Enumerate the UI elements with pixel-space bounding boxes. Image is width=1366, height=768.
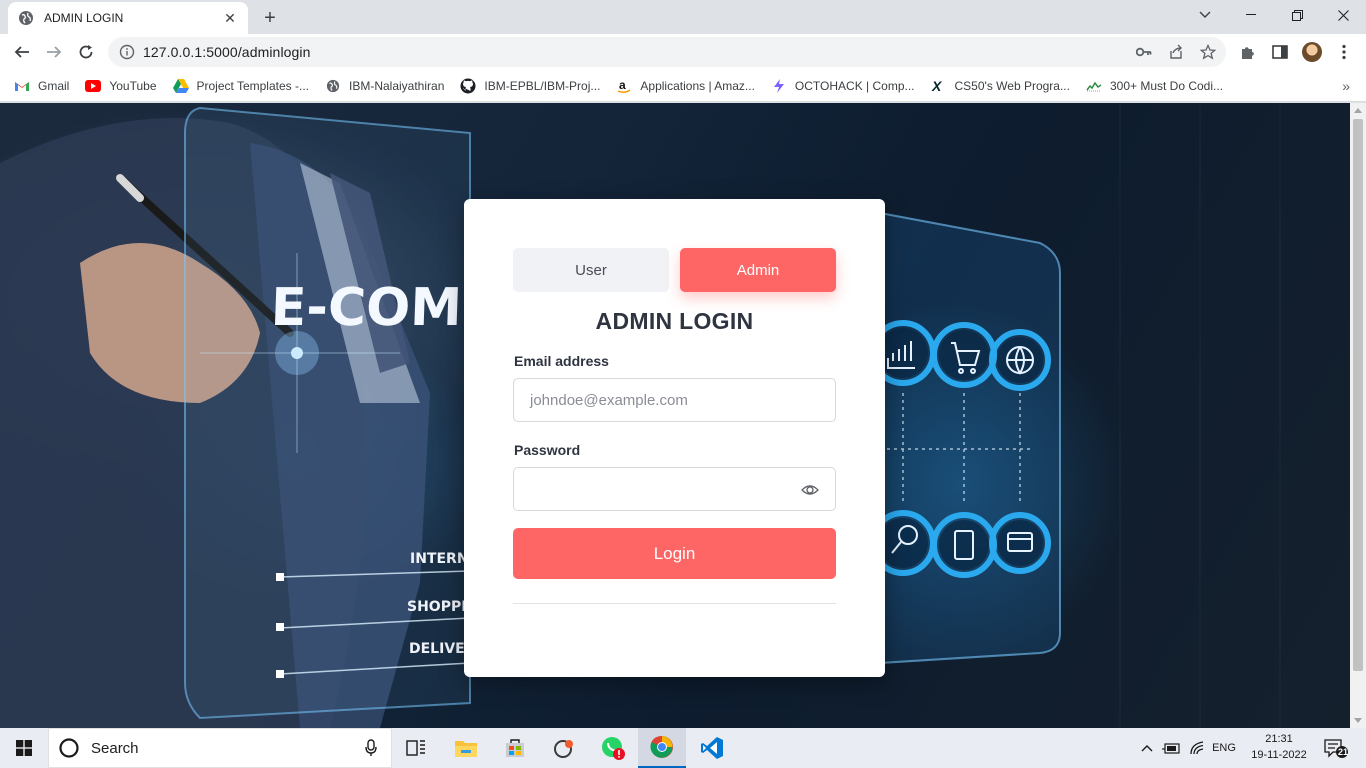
gfg-icon — [1086, 78, 1102, 94]
bookmark-octohack[interactable]: OCTOHACK | Comp... — [771, 78, 915, 94]
shopping-overlay-text: SHOPPI — [407, 599, 466, 615]
share-icon[interactable] — [1167, 43, 1185, 61]
bookmark-label: 300+ Must Do Codi... — [1109, 78, 1224, 93]
taskbar-search-input[interactable]: Search — [48, 728, 392, 768]
bookmark-label: CS50's Web Progra... — [954, 78, 1070, 93]
new-tab-button[interactable]: + — [258, 6, 282, 30]
wifi-icon[interactable] — [1186, 728, 1208, 768]
windows-taskbar: Search ENG 21:31 19-11-2022 21 — [0, 728, 1366, 768]
side-panel-icon[interactable] — [1269, 41, 1291, 63]
bookmark-cs50[interactable]: X CS50's Web Progra... — [931, 78, 1070, 94]
avatar — [1302, 42, 1322, 62]
email-placeholder: johndoe@example.com — [530, 391, 688, 409]
scroll-thumb[interactable] — [1353, 119, 1363, 671]
notification-center-icon[interactable]: 21 — [1316, 728, 1356, 768]
whatsapp-icon[interactable] — [589, 728, 637, 768]
microphone-icon[interactable] — [365, 739, 377, 757]
clock-date: 19-11-2022 — [1251, 749, 1307, 761]
password-field[interactable] — [513, 467, 836, 511]
bookmark-amazon[interactable]: a Applications | Amaz... — [616, 78, 755, 94]
browser-tab[interactable]: ADMIN LOGIN ✕ — [8, 2, 248, 34]
password-key-icon[interactable] — [1135, 43, 1153, 61]
restore-icon[interactable] — [1274, 0, 1320, 30]
url-text: 127.0.0.1:5000/adminlogin — [143, 44, 311, 60]
reload-icon[interactable] — [72, 38, 100, 66]
bookmark-gmail[interactable]: Gmail — [14, 78, 69, 94]
page-viewport: E-COM INTERN SHOPPI DELIVE User Admin AD… — [0, 103, 1350, 728]
clock-time: 21:31 — [1265, 733, 1293, 745]
internet-overlay-text: INTERN — [410, 551, 469, 567]
edx-icon: X — [931, 78, 947, 94]
email-field[interactable]: johndoe@example.com — [513, 378, 836, 422]
admin-tab-button[interactable]: Admin — [680, 248, 836, 292]
bookmark-label: IBM-EPBL/IBM-Proj... — [484, 78, 601, 93]
globe-icon — [325, 78, 341, 94]
login-card: User Admin ADMIN LOGIN Email address joh… — [464, 199, 885, 677]
bookmark-label: YouTube — [109, 78, 157, 93]
amazon-icon: a — [616, 78, 632, 94]
bookmark-star-icon[interactable] — [1199, 43, 1217, 61]
show-hidden-icons-chevron-icon[interactable] — [1136, 728, 1158, 768]
password-label: Password — [514, 442, 581, 458]
bookmark-youtube[interactable]: YouTube — [85, 78, 157, 94]
task-view-icon[interactable] — [392, 728, 440, 768]
github-icon — [460, 78, 476, 94]
close-window-icon[interactable] — [1320, 0, 1366, 30]
language-indicator[interactable]: ENG — [1208, 728, 1240, 768]
notification-count-badge: 21 — [1338, 747, 1349, 757]
more-bookmarks-icon[interactable]: » — [1342, 78, 1350, 94]
forward-arrow-icon[interactable] — [40, 38, 68, 66]
site-info-icon[interactable] — [119, 44, 135, 60]
minimize-icon[interactable] — [1228, 0, 1274, 30]
tab-search-chevron-icon[interactable] — [1182, 0, 1228, 30]
vscode-icon[interactable] — [688, 728, 736, 768]
page-title: ADMIN LOGIN — [595, 308, 754, 334]
bookmark-ibm-epbl[interactable]: IBM-EPBL/IBM-Proj... — [460, 78, 600, 94]
chrome-taskbar-icon[interactable] — [638, 728, 686, 768]
scroll-down-icon[interactable] — [1354, 718, 1362, 723]
delivery-overlay-text: DELIVE — [409, 641, 465, 657]
bookmark-label: OCTOHACK | Comp... — [794, 78, 915, 93]
close-tab-icon[interactable]: ✕ — [222, 10, 238, 26]
bookmark-project-templates[interactable]: Project Templates -... — [172, 78, 310, 94]
user-tab-button[interactable]: User — [513, 248, 669, 292]
divider — [513, 603, 836, 604]
tab-title: ADMIN LOGIN — [44, 11, 124, 25]
youtube-icon — [85, 78, 102, 94]
browser-toolbar: 127.0.0.1:5000/adminlogin — [0, 34, 1366, 70]
globe-icon — [19, 11, 33, 25]
svg-text:X: X — [931, 78, 943, 94]
windows-start-icon[interactable] — [0, 728, 48, 768]
back-arrow-icon[interactable] — [8, 38, 36, 66]
address-bar[interactable]: 127.0.0.1:5000/adminlogin — [108, 37, 1226, 67]
search-placeholder: Search — [91, 739, 139, 757]
bookmark-gfg[interactable]: 300+ Must Do Codi... — [1086, 78, 1223, 94]
bookmark-label: Applications | Amaz... — [640, 78, 755, 93]
bookmark-label: IBM-Nalaiyathiran — [349, 78, 445, 93]
bookmark-label: Gmail — [38, 78, 70, 93]
bookmarks-bar: Gmail YouTube Project Templates -... IBM… — [0, 70, 1366, 102]
menu-kebab-icon[interactable] — [1333, 41, 1355, 63]
battery-icon[interactable] — [1160, 728, 1182, 768]
microsoft-store-icon[interactable] — [491, 728, 539, 768]
extensions-puzzle-icon[interactable] — [1237, 41, 1259, 63]
ecommerce-overlay-text: E-COM — [270, 278, 463, 338]
system-clock[interactable]: 21:31 19-11-2022 — [1248, 731, 1310, 763]
bookmark-label: Project Templates -... — [196, 78, 310, 93]
profile-avatar[interactable] — [1301, 41, 1323, 63]
gmail-icon — [14, 78, 30, 94]
file-explorer-icon[interactable] — [442, 728, 490, 768]
svg-text:a: a — [619, 78, 626, 92]
octohack-icon — [771, 78, 787, 94]
scroll-up-icon[interactable] — [1354, 108, 1362, 113]
email-label: Email address — [514, 353, 609, 369]
login-button[interactable]: Login — [513, 528, 836, 579]
page-scrollbar[interactable] — [1350, 103, 1366, 728]
browser-tab-strip: ADMIN LOGIN ✕ + — [0, 0, 1366, 34]
show-password-eye-icon[interactable] — [801, 481, 819, 499]
search-icon — [59, 738, 79, 758]
drive-icon — [172, 78, 189, 94]
media-app-icon[interactable] — [540, 728, 588, 768]
bookmark-ibm-nalaiyathiran[interactable]: IBM-Nalaiyathiran — [325, 78, 444, 94]
